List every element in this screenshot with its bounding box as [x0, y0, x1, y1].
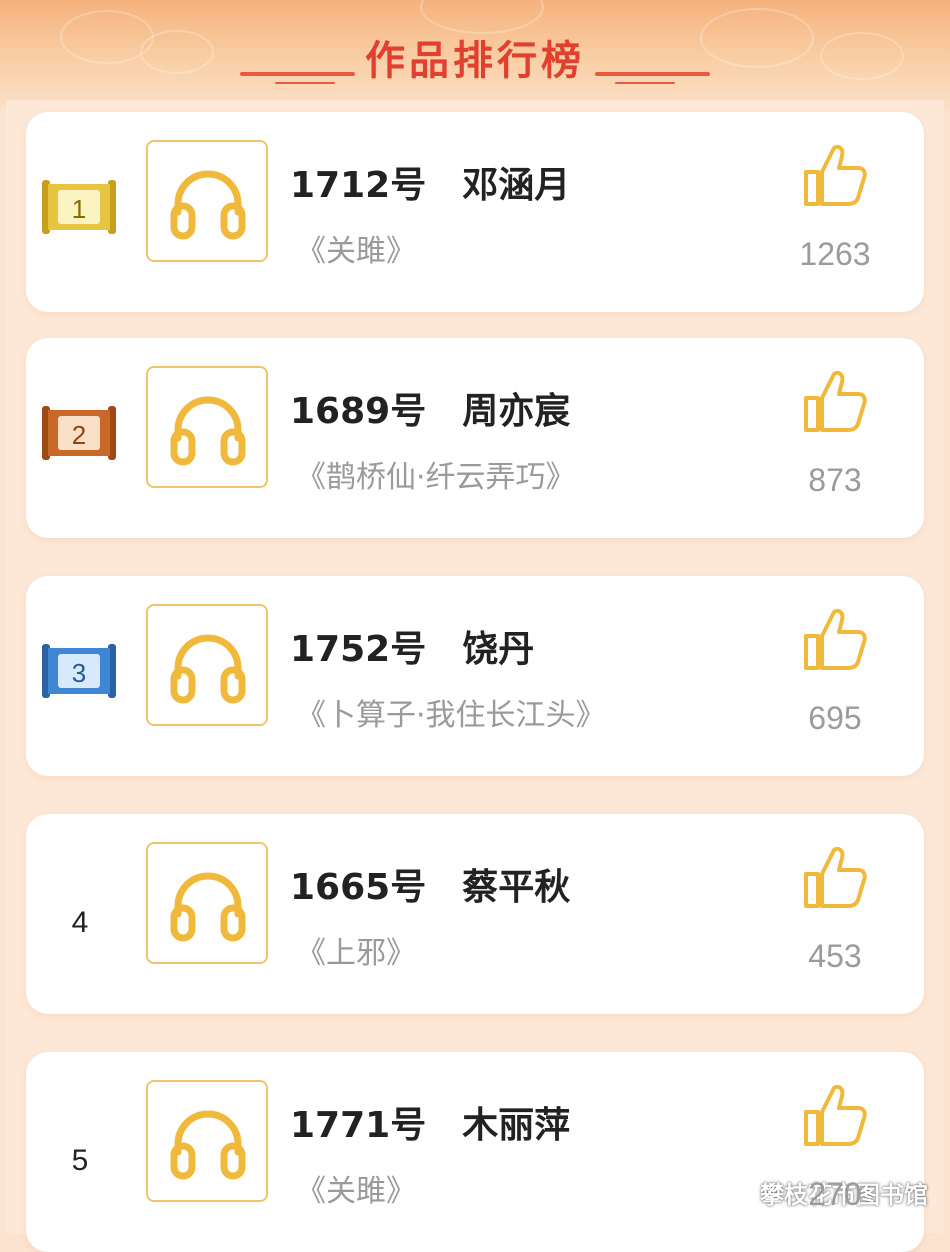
audio-thumbnail[interactable] — [146, 604, 268, 726]
audio-thumbnail[interactable] — [146, 1080, 268, 1202]
entry-title: 1752号 饶丹 — [290, 620, 534, 672]
entry-number: 1689号 — [290, 391, 427, 432]
entry-number: 1712号 — [290, 165, 427, 206]
entry-title: 1771号 木丽萍 — [290, 1096, 570, 1148]
rank-number: 4 — [71, 906, 89, 939]
rank-badge-icon: 2 — [42, 406, 116, 460]
entry-number: 1665号 — [290, 867, 427, 908]
page-title: 作品排行榜 — [365, 38, 585, 84]
headphones-icon — [170, 634, 246, 704]
entry-title: 1665号 蔡平秋 — [290, 858, 570, 910]
like-count: 695 — [808, 700, 862, 736]
entry-work-title: 《卜算子·我住长江头》 — [296, 698, 606, 733]
entry-title: 1689号 周亦宸 — [290, 382, 570, 434]
entry-number: 1771号 — [290, 1105, 427, 1146]
audio-thumbnail[interactable] — [146, 842, 268, 964]
entry-work-title: 《上邪》 — [296, 936, 416, 971]
like-count: 1263 — [799, 236, 871, 272]
entry-work-title: 《关雎》 — [296, 234, 416, 269]
entry-number: 1752号 — [290, 629, 427, 670]
thumbs-up-icon[interactable] — [802, 1082, 868, 1148]
rank-number: 5 — [71, 1144, 89, 1177]
entry-name: 邓涵月 — [462, 165, 571, 206]
entry-name: 饶丹 — [462, 629, 535, 670]
like-count: 873 — [808, 462, 862, 498]
like-count: 270 — [808, 1176, 862, 1212]
headphones-icon — [170, 170, 246, 240]
wechat-icon — [712, 1177, 751, 1205]
entry-name: 木丽萍 — [462, 1105, 571, 1146]
rank-badge-icon: 3 — [42, 644, 116, 698]
entry-name: 蔡平秋 — [462, 867, 571, 908]
entry-name: 周亦宸 — [462, 391, 571, 432]
thumbs-up-icon[interactable] — [802, 368, 868, 434]
svg-text:3: 3 — [72, 658, 86, 688]
headphones-icon — [170, 396, 246, 466]
thumbs-up-icon[interactable] — [802, 142, 868, 208]
headphones-icon — [170, 1110, 246, 1180]
svg-text:1: 1 — [72, 194, 86, 224]
audio-thumbnail[interactable] — [146, 140, 268, 262]
entry-work-title: 《鹊桥仙·纤云弄巧》 — [296, 460, 576, 495]
like-count: 453 — [808, 938, 862, 974]
thumbs-up-icon[interactable] — [802, 844, 868, 910]
audio-thumbnail[interactable] — [146, 366, 268, 488]
entry-title: 1712号 邓涵月 — [290, 156, 570, 208]
svg-text:2: 2 — [72, 420, 86, 450]
headphones-icon — [170, 872, 246, 942]
thumbs-up-icon[interactable] — [802, 606, 868, 672]
entry-work-title: 《关雎》 — [296, 1174, 416, 1209]
rank-badge-icon: 1 — [42, 180, 116, 234]
